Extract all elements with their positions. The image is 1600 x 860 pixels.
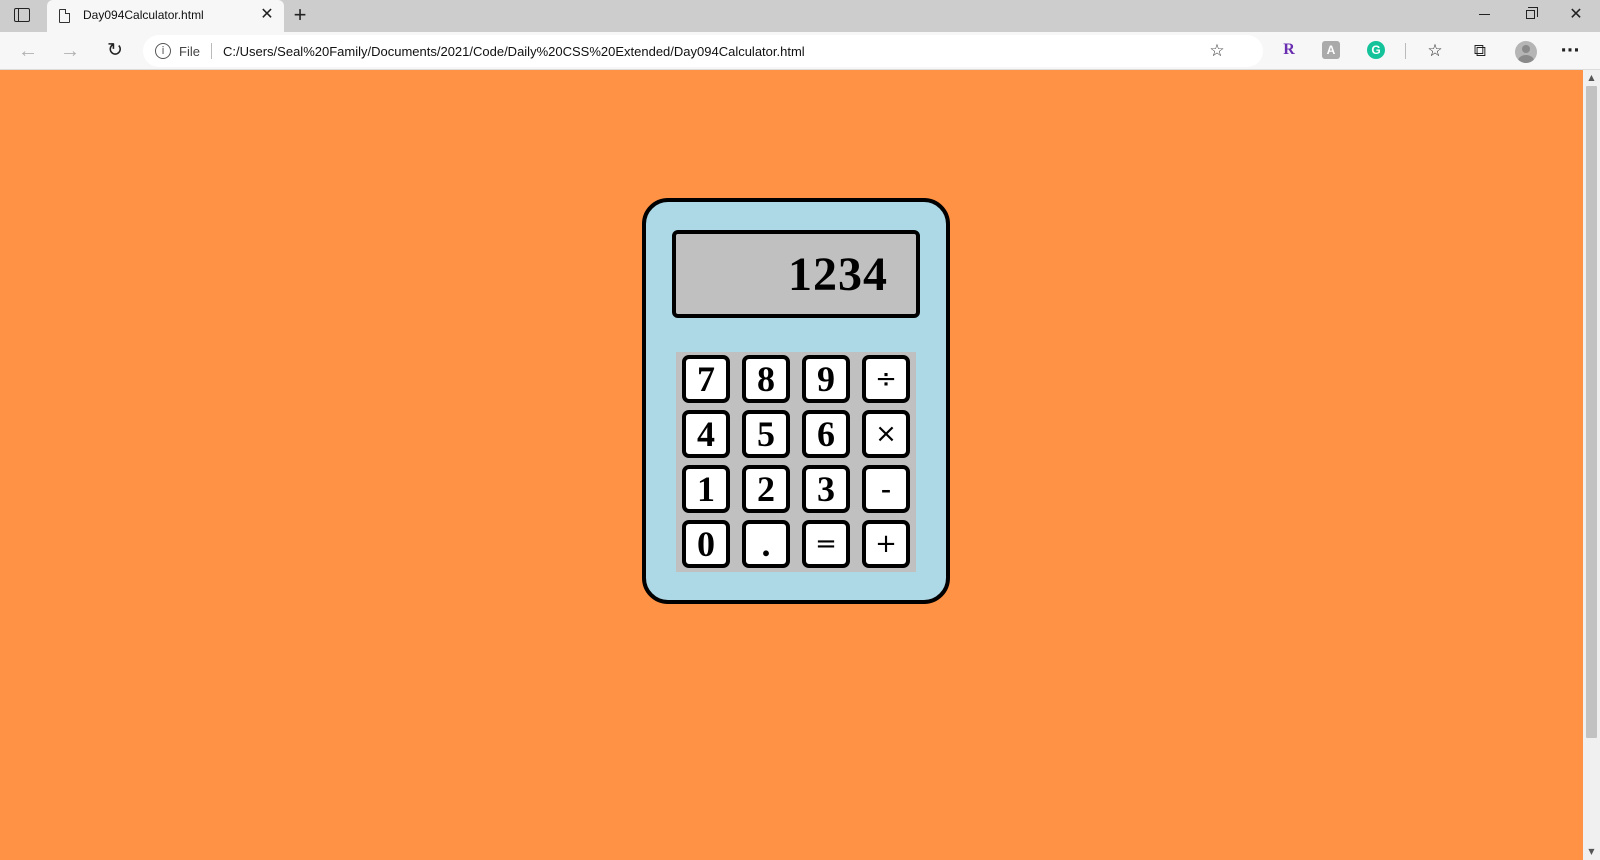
minimize-button[interactable]: [1461, 0, 1507, 30]
add-favorite-icon[interactable]: ☆: [1207, 41, 1227, 61]
key-minus[interactable]: -: [862, 465, 910, 513]
extension-icon[interactable]: A: [1322, 41, 1340, 59]
sidebar-toggle-icon[interactable]: [14, 8, 30, 22]
close-window-button[interactable]: ✕: [1553, 0, 1599, 30]
keypad: 7 8 9 ÷ 4 5 6 × 1 2 3- 0. = +: [676, 352, 916, 572]
key-plus[interactable]: +: [862, 520, 910, 568]
reload-button[interactable]: ↻: [100, 36, 130, 66]
key-4[interactable]: 4: [682, 410, 730, 458]
key-9[interactable]: 9: [802, 355, 850, 403]
key-3[interactable]: 3: [802, 465, 850, 513]
url-text[interactable]: C:/Users/Seal%20Family/Documents/2021/Co…: [223, 44, 805, 59]
key-decimal[interactable]: .: [742, 520, 790, 568]
calculator: 1234 7 8 9 ÷ 4 5 6 × 1 2 3- 0. = +: [642, 198, 950, 604]
tab-title: Day094Calculator.html: [83, 8, 204, 22]
key-6[interactable]: 6: [802, 410, 850, 458]
profile-avatar-icon[interactable]: [1515, 41, 1537, 63]
key-8[interactable]: 8: [742, 355, 790, 403]
address-divider: [211, 43, 212, 59]
tab-close-icon[interactable]: ✕: [258, 6, 276, 24]
extension-r-icon[interactable]: R: [1279, 40, 1299, 60]
scroll-up-arrow-icon[interactable]: ▲: [1583, 71, 1600, 85]
file-icon: [59, 9, 70, 23]
key-0[interactable]: 0: [682, 520, 730, 568]
minimize-icon: [1478, 14, 1490, 16]
browser-toolbar: ← → ↻ i File C:/Users/Seal%20Family/Docu…: [0, 32, 1600, 70]
key-5[interactable]: 5: [742, 410, 790, 458]
key-1[interactable]: 1: [682, 465, 730, 513]
collections-icon[interactable]: ⧉: [1468, 39, 1492, 63]
forward-button[interactable]: →: [55, 36, 85, 66]
key-multiply[interactable]: ×: [862, 410, 910, 458]
info-icon[interactable]: i: [155, 43, 171, 59]
more-menu-icon[interactable]: ···: [1558, 39, 1582, 63]
title-bar: Day094Calculator.html ✕ + ✕: [0, 0, 1600, 32]
restore-button[interactable]: [1507, 0, 1553, 30]
key-divide[interactable]: ÷: [862, 355, 910, 403]
tab-active[interactable]: Day094Calculator.html ✕: [47, 0, 284, 32]
new-tab-button[interactable]: +: [289, 4, 311, 26]
scroll-thumb[interactable]: [1586, 86, 1597, 738]
key-7[interactable]: 7: [682, 355, 730, 403]
key-2[interactable]: 2: [742, 465, 790, 513]
back-button[interactable]: ←: [13, 36, 43, 66]
scroll-down-arrow-icon[interactable]: ▼: [1583, 845, 1600, 859]
calculator-display: 1234: [672, 230, 920, 318]
address-bar[interactable]: i File C:/Users/Seal%20Family/Documents/…: [143, 35, 1263, 67]
file-label: File: [179, 44, 200, 59]
grammarly-icon[interactable]: G: [1367, 41, 1385, 59]
toolbar-divider: [1405, 43, 1406, 59]
favorites-icon[interactable]: ☆: [1423, 39, 1447, 63]
display-value: 1234: [788, 248, 888, 301]
restore-icon: [1525, 7, 1538, 20]
vertical-scrollbar[interactable]: ▲ ▼: [1583, 70, 1600, 860]
page-viewport: 1234 7 8 9 ÷ 4 5 6 × 1 2 3- 0. = +: [0, 70, 1583, 860]
key-equals[interactable]: =: [802, 520, 850, 568]
